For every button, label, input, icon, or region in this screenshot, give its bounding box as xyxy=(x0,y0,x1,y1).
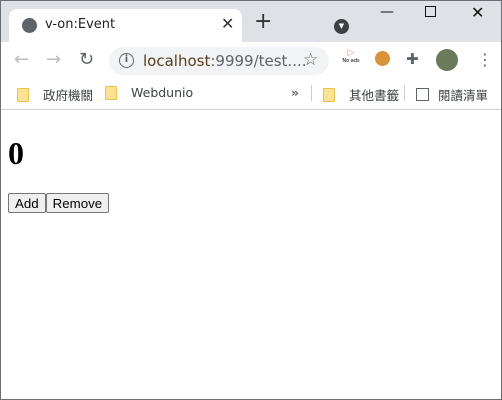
avatar[interactable] xyxy=(436,49,458,71)
remove-button[interactable]: Remove xyxy=(45,193,110,213)
close-tab-icon[interactable]: ✕ xyxy=(221,14,234,33)
menu-icon[interactable]: ⋮ xyxy=(477,50,493,69)
bookmark-item[interactable]: Webdunio xyxy=(105,85,193,100)
bookmarks-overflow-button[interactable]: » xyxy=(291,85,299,100)
divider xyxy=(311,85,312,101)
add-button[interactable]: Add xyxy=(8,193,46,213)
tab-strip: v-on:Event ✕ + ▼ — ✕ xyxy=(0,0,502,42)
folder-icon xyxy=(17,87,29,102)
info-icon[interactable]: i xyxy=(119,53,134,68)
divider xyxy=(404,85,405,101)
maximize-button[interactable] xyxy=(425,6,436,17)
puzzle-extensions-icon[interactable]: ✚ xyxy=(406,50,419,68)
forward-button[interactable]: → xyxy=(46,49,61,70)
url-text[interactable]: localhost:9999/test.... xyxy=(143,52,307,70)
reload-button[interactable]: ↻ xyxy=(79,49,94,70)
close-window-button[interactable]: ✕ xyxy=(471,3,484,22)
folder-icon xyxy=(105,85,117,100)
back-button[interactable]: ← xyxy=(14,49,29,70)
tab-title: v-on:Event xyxy=(45,17,116,32)
globe-icon xyxy=(22,18,37,33)
toolbar: ← → ↻ i localhost:9999/test.... ☆ ▷ No ad… xyxy=(0,42,502,76)
folder-icon xyxy=(323,87,335,102)
new-tab-button[interactable]: + xyxy=(254,11,272,33)
cookie-extension-icon[interactable] xyxy=(375,51,390,66)
reading-list[interactable]: 閱讀清單 xyxy=(416,85,488,104)
bookmarks-bar: 政府機關 Webdunio » 其他書籤 閱讀清單 xyxy=(0,76,502,110)
other-bookmarks[interactable]: 其他書籤 xyxy=(323,85,399,104)
minimize-button[interactable]: — xyxy=(380,4,394,20)
noads-extension-icon[interactable]: ▷ No ads xyxy=(342,48,360,64)
bookmark-star-icon[interactable]: ☆ xyxy=(303,50,318,70)
tab-active[interactable]: v-on:Event ✕ xyxy=(9,9,242,42)
bookmark-item[interactable]: 政府機關 xyxy=(17,85,93,104)
reading-list-icon xyxy=(416,88,429,101)
address-bar[interactable]: i localhost:9999/test.... ☆ xyxy=(109,47,329,75)
tab-search-icon[interactable]: ▼ xyxy=(334,19,349,34)
counter-value: 0 xyxy=(8,135,24,171)
